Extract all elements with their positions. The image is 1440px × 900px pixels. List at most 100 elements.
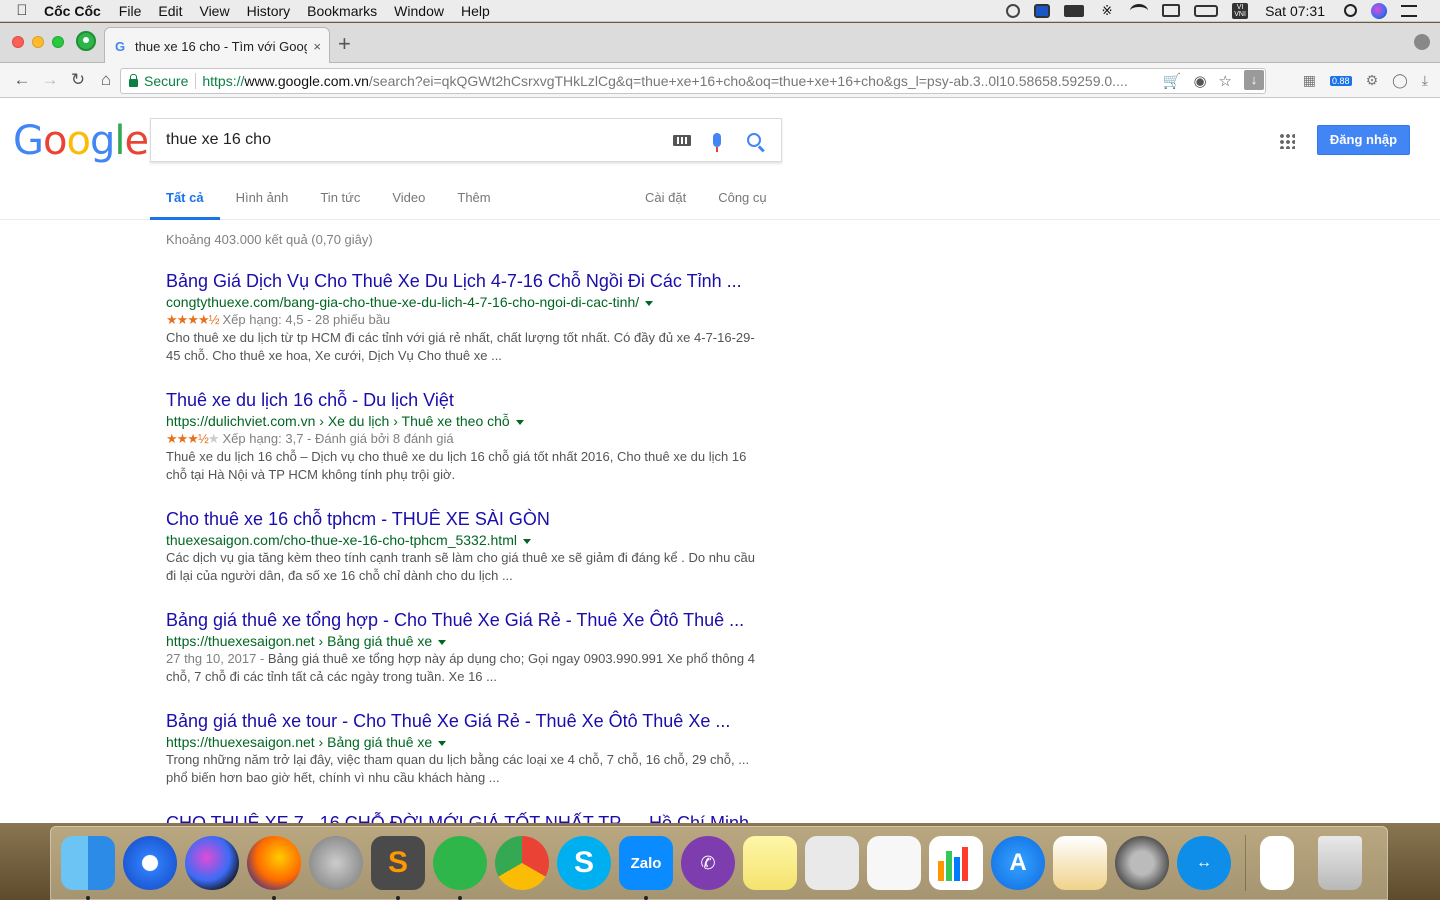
result-title-link-partial[interactable]: CHO THUÊ XE 7 - 16 CHỖ ĐỜI MỚI GIÁ TỐT N… xyxy=(166,813,749,823)
result-url[interactable]: https://dulichviet.com.vn › Xe du lịch ›… xyxy=(166,412,766,430)
shopping-cart-icon[interactable]: 🛒 xyxy=(1163,72,1182,90)
menu-bookmarks[interactable]: Bookmarks xyxy=(307,3,377,19)
finder-icon[interactable] xyxy=(61,836,115,900)
menu-file[interactable]: File xyxy=(119,3,142,19)
tab-news[interactable]: Tin tức xyxy=(304,190,376,220)
settings-link[interactable]: Cài đặt xyxy=(629,190,702,205)
safari-icon[interactable] xyxy=(123,836,177,890)
google-apps-icon[interactable] xyxy=(1279,133,1295,149)
url-dropdown-icon[interactable] xyxy=(522,538,531,544)
teamviewer-menu-icon[interactable] xyxy=(1034,3,1051,18)
viber-icon[interactable]: ✆ xyxy=(681,836,735,890)
wifi-icon[interactable] xyxy=(1130,3,1149,18)
teamviewer-icon[interactable]: ↔ xyxy=(1177,836,1231,890)
result-url-text[interactable]: https://thuexesaigon.net › Bảng giá thuê… xyxy=(166,734,432,750)
adblock-icon[interactable]: ◉ xyxy=(1193,72,1206,90)
extension-badge[interactable]: 0.88 xyxy=(1330,75,1352,86)
menu-window[interactable]: Window xyxy=(394,3,444,19)
profile-icon[interactable] xyxy=(1414,34,1430,50)
menu-extra-icon[interactable] xyxy=(1064,4,1085,17)
skype-icon[interactable]: S xyxy=(557,836,611,890)
search-input[interactable]: thue xe 16 cho xyxy=(166,131,673,149)
forward-arrow-icon[interactable]: → xyxy=(36,70,64,90)
download-page-icon[interactable]: ↓ xyxy=(1244,70,1264,90)
microphone-icon[interactable] xyxy=(713,133,721,152)
app-store-icon[interactable]: A xyxy=(991,836,1045,890)
preview-icon[interactable] xyxy=(805,836,859,890)
url-dropdown-icon[interactable] xyxy=(438,740,447,746)
menu-clock[interactable]: Sat 07:31 xyxy=(1265,3,1325,19)
reload-icon[interactable]: ↻ xyxy=(64,70,92,90)
result-url[interactable]: thuexesaigon.com/cho-thue-xe-16-cho-tphc… xyxy=(166,531,766,549)
result-title-link[interactable]: Bảng Giá Dịch Vụ Cho Thuê Xe Du Lịch 4-7… xyxy=(166,269,766,293)
zalo-icon[interactable]: Zalo xyxy=(619,836,673,900)
menu-edit[interactable]: Edit xyxy=(158,3,182,19)
numbers-icon[interactable] xyxy=(929,836,983,890)
keyboard-icon[interactable] xyxy=(673,134,691,146)
notes-icon[interactable] xyxy=(743,836,797,890)
tab-close-icon[interactable]: × xyxy=(313,39,321,54)
apple-menu-icon[interactable]:  xyxy=(0,2,44,19)
result-url-text[interactable]: congtythuexe.com/bang-gia-cho-thue-xe-du… xyxy=(166,294,639,310)
result-title-link[interactable]: Bảng giá thuê xe tổng hợp - Cho Thuê Xe … xyxy=(166,608,766,632)
tab-all[interactable]: Tất cả xyxy=(150,190,220,220)
system-preferences-icon[interactable] xyxy=(1115,836,1169,890)
result-title-link[interactable]: Cho thuê xe 16 chỗ tphcm - THUÊ XE SÀI G… xyxy=(166,507,766,531)
trash-icon[interactable] xyxy=(1318,836,1362,890)
google-logo[interactable]: Google xyxy=(13,118,149,164)
result-title-link[interactable]: Bảng giá thuê xe tour - Cho Thuê Xe Giá … xyxy=(166,709,766,733)
extension-translate-icon[interactable]: ▦ xyxy=(1303,72,1316,89)
siri-dock-icon[interactable] xyxy=(185,836,239,890)
notification-center-icon[interactable] xyxy=(1401,4,1417,17)
pages-icon[interactable] xyxy=(1053,836,1107,890)
result-url-text[interactable]: https://thuexesaigon.net › Bảng giá thuê… xyxy=(166,633,432,649)
extension-shield-icon[interactable]: ◯ xyxy=(1392,72,1408,89)
result-url-text[interactable]: https://dulichviet.com.vn › Xe du lịch ›… xyxy=(166,413,510,429)
document-icon[interactable] xyxy=(1260,836,1294,890)
launchpad-icon[interactable] xyxy=(309,836,363,890)
result-url[interactable]: congtythuexe.com/bang-gia-cho-thue-xe-du… xyxy=(166,293,766,311)
url-dropdown-icon[interactable] xyxy=(438,639,447,645)
siri-icon[interactable] xyxy=(1371,2,1387,19)
extension-settings-icon[interactable]: ⚙ xyxy=(1366,72,1379,89)
tools-link[interactable]: Công cụ xyxy=(702,190,782,205)
chrome-icon[interactable] xyxy=(495,836,549,890)
secure-label[interactable]: Secure xyxy=(144,73,188,89)
url-dropdown-icon[interactable] xyxy=(645,300,654,306)
browser-tab-active[interactable]: G thue xe 16 cho - Tìm với Google × xyxy=(104,27,330,64)
tab-videos[interactable]: Video xyxy=(376,190,441,220)
tab-images[interactable]: Hình ảnh xyxy=(220,190,305,220)
airplay-icon[interactable] xyxy=(1162,4,1181,17)
result-url[interactable]: https://thuexesaigon.net › Bảng giá thuê… xyxy=(166,632,766,650)
bookmark-star-icon[interactable]: ☆ xyxy=(1219,72,1232,90)
battery-icon[interactable] xyxy=(1194,4,1219,17)
menu-help[interactable]: Help xyxy=(461,3,490,19)
downloads-icon[interactable]: ⤓ xyxy=(1422,72,1428,89)
minimize-window-button[interactable] xyxy=(32,36,44,48)
menu-view[interactable]: View xyxy=(199,3,229,19)
close-window-button[interactable] xyxy=(12,36,24,48)
bluetooth-icon[interactable]: ※ xyxy=(1098,3,1116,18)
result-url[interactable]: https://thuexesaigon.net › Bảng giá thuê… xyxy=(166,733,766,751)
input-source-icon[interactable]: VI VNI xyxy=(1232,2,1249,19)
search-box[interactable]: thue xe 16 cho xyxy=(150,118,782,162)
home-icon[interactable]: ⌂ xyxy=(92,70,120,90)
back-arrow-icon[interactable]: ← xyxy=(8,70,36,90)
url-dropdown-icon[interactable] xyxy=(515,419,524,425)
sublime-text-icon[interactable]: S xyxy=(371,836,425,900)
textedit-icon[interactable] xyxy=(867,836,921,890)
firefox-icon[interactable] xyxy=(247,836,301,900)
new-tab-button[interactable]: + xyxy=(338,33,351,55)
address-bar[interactable]: Secure https:// www.google.com.vn /searc… xyxy=(120,68,1266,94)
tab-more[interactable]: Thêm xyxy=(441,190,506,220)
app-menu[interactable]: Cốc Cốc xyxy=(44,3,101,19)
creative-cloud-icon[interactable] xyxy=(1006,3,1021,18)
coccoc-logo-icon[interactable] xyxy=(76,31,96,51)
sign-in-button[interactable]: Đăng nhập xyxy=(1317,125,1410,155)
zoom-window-button[interactable] xyxy=(52,36,64,48)
result-url-text[interactable]: thuexesaigon.com/cho-thue-xe-16-cho-tphc… xyxy=(166,532,517,548)
search-icon[interactable] xyxy=(747,133,761,147)
spotlight-icon[interactable] xyxy=(1344,4,1357,17)
coccoc-dock-icon[interactable] xyxy=(433,836,487,900)
menu-history[interactable]: History xyxy=(247,3,291,19)
